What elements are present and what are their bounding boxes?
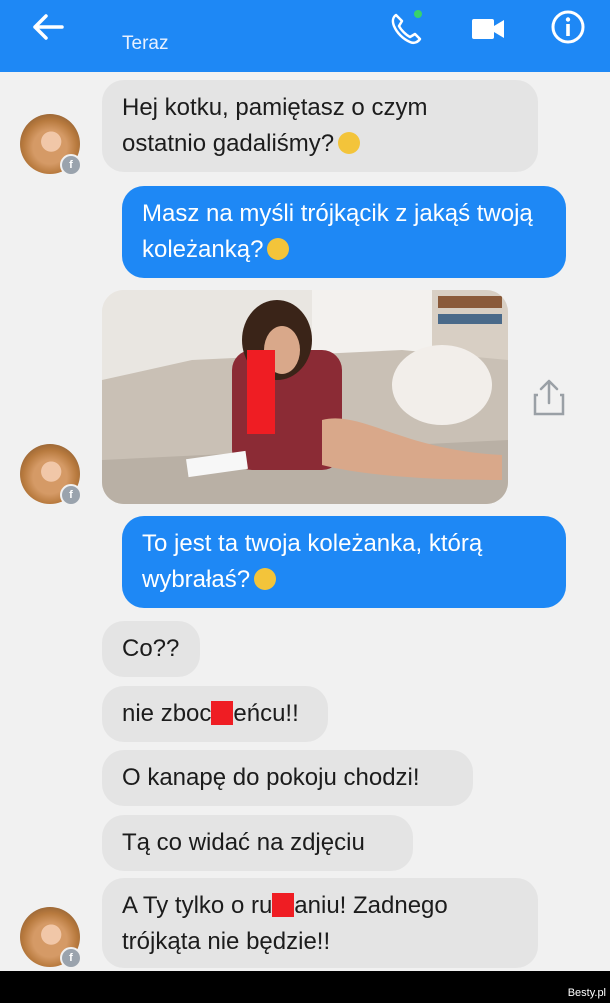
video-camera-icon[interactable] <box>470 14 506 44</box>
incoming-message[interactable]: Co?? <box>102 621 200 677</box>
message-text-start: A Ty tylko o ru <box>122 892 273 919</box>
photo-message[interactable] <box>102 290 508 504</box>
chat-header: Teraz <box>0 0 610 72</box>
online-indicator <box>414 10 422 18</box>
contact-avatar[interactable]: f <box>20 444 82 506</box>
message-text: Tą co widać na zdjęciu <box>122 829 365 856</box>
bottom-strip: Besty.pl <box>0 971 610 1003</box>
outgoing-message[interactable]: To jest ta twoja koleżanka, którą wybrał… <box>122 516 566 608</box>
messenger-badge-icon: f <box>60 947 82 969</box>
winking-face-emoji-icon <box>338 132 361 154</box>
messenger-badge-icon: f <box>60 484 82 506</box>
grinning-face-emoji-icon <box>254 568 277 590</box>
censor-block <box>272 893 295 917</box>
message-text: To jest ta twoja koleżanka, którą wybrał… <box>142 530 483 593</box>
outgoing-message[interactable]: Masz na myśli trójkącik z jakąś twoją ko… <box>122 186 566 278</box>
censor-block <box>211 701 234 725</box>
message-text-start: nie zboc <box>122 700 212 727</box>
message-text: O kanapę do pokoju chodzi! <box>122 764 420 791</box>
incoming-message[interactable]: Hej kotku, pamiętasz o czym ostatnio gad… <box>102 80 538 172</box>
back-arrow-icon[interactable] <box>30 12 66 42</box>
message-text-end: eńcu!! <box>233 700 299 727</box>
watermark: Besty.pl <box>567 987 606 999</box>
contact-status: Teraz <box>122 33 169 54</box>
messenger-badge-icon: f <box>60 154 82 176</box>
message-text: Masz na myśli trójkącik z jakąś twoją ko… <box>142 200 533 263</box>
contact-avatar[interactable]: f <box>20 907 82 969</box>
incoming-message[interactable]: nie zboc eńcu!! <box>102 686 328 742</box>
message-text: Hej kotku, pamiętasz o czym ostatnio gad… <box>122 94 428 157</box>
incoming-message[interactable]: Tą co widać na zdjęciu <box>102 815 413 871</box>
info-icon[interactable] <box>550 9 586 45</box>
incoming-message[interactable]: O kanapę do pokoju chodzi! <box>102 750 473 806</box>
incoming-message[interactable]: A Ty tylko o ru aniu! Zadnego trójkąta ni… <box>102 878 538 968</box>
message-text: Co?? <box>122 635 180 662</box>
photo-image <box>102 290 508 504</box>
share-icon[interactable] <box>532 377 566 417</box>
grinning-face-emoji-icon <box>267 238 290 260</box>
contact-avatar[interactable]: f <box>20 114 82 176</box>
